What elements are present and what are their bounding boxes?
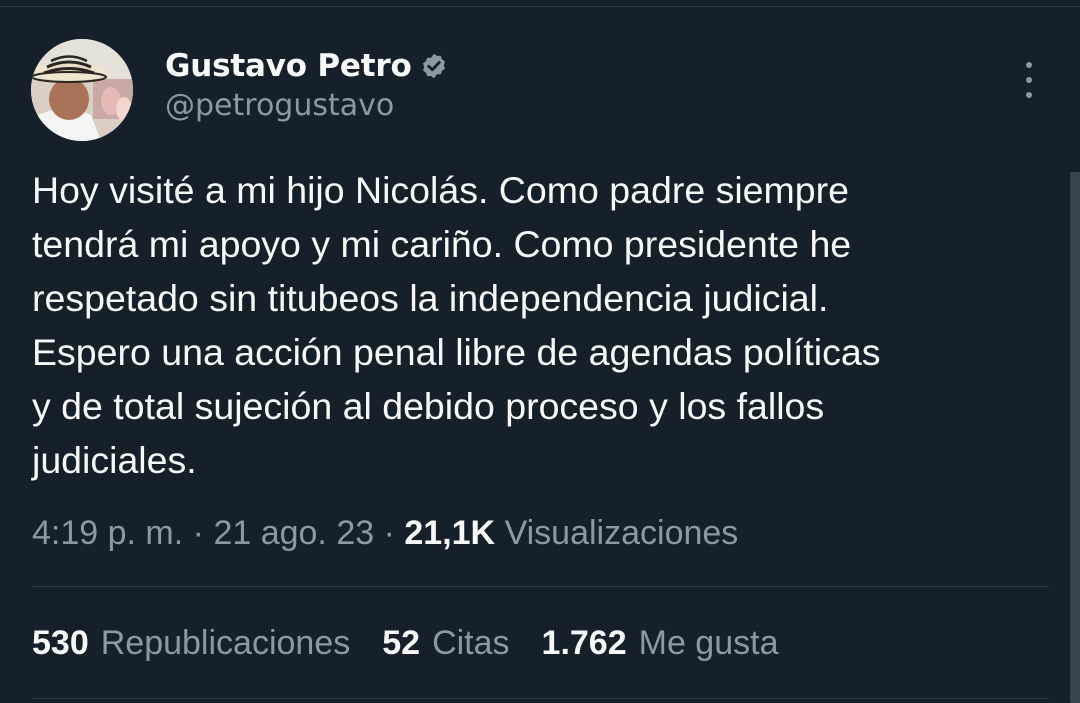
more-dot xyxy=(1026,92,1032,98)
divider xyxy=(32,586,1049,587)
scrollbar[interactable] xyxy=(1070,172,1080,703)
retweets-count: 530 xyxy=(32,624,89,662)
more-dot xyxy=(1026,62,1032,68)
likes-stat[interactable]: 1.762 Me gusta xyxy=(542,620,779,666)
more-options-icon[interactable] xyxy=(1013,58,1045,102)
top-border xyxy=(0,0,1080,7)
author-avatar[interactable] xyxy=(31,39,133,141)
quotes-label: Citas xyxy=(432,624,510,662)
author-name[interactable]: Gustavo Petro xyxy=(165,48,412,84)
engagement-stats: 530 Republicaciones 52 Citas 1.762 Me gusta xyxy=(32,620,810,666)
quotes-stat[interactable]: 52 Citas xyxy=(382,620,509,666)
meta-separator: · xyxy=(192,514,204,552)
avatar-image xyxy=(31,39,133,141)
quotes-count: 52 xyxy=(382,624,421,662)
author-handle[interactable]: @petrogustavo xyxy=(165,88,394,123)
tweet-text: Hoy visité a mi hijo Nicolás. Como padre… xyxy=(32,169,881,481)
tweet-date[interactable]: 21 ago. 23 xyxy=(213,514,374,552)
tweet-meta: 4:19 p. m. · 21 ago. 23 · 21,1K Visualiz… xyxy=(32,510,738,556)
meta-separator: · xyxy=(383,514,395,552)
tweet-time[interactable]: 4:19 p. m. xyxy=(32,514,183,552)
views-count: 21,1K xyxy=(404,514,496,552)
verified-badge-icon[interactable] xyxy=(420,52,448,80)
retweets-label: Republicaciones xyxy=(100,624,351,662)
likes-label: Me gusta xyxy=(638,624,779,662)
likes-count: 1.762 xyxy=(541,624,627,662)
retweets-stat[interactable]: 530 Republicaciones xyxy=(32,620,350,666)
author-name-row[interactable]: Gustavo Petro xyxy=(165,44,448,88)
more-dot xyxy=(1026,77,1032,83)
views-label: Visualizaciones xyxy=(504,514,739,552)
divider xyxy=(32,698,1049,699)
tweet-detail-view: Gustavo Petro @petrogustavo Hoy visité a… xyxy=(0,0,1080,703)
